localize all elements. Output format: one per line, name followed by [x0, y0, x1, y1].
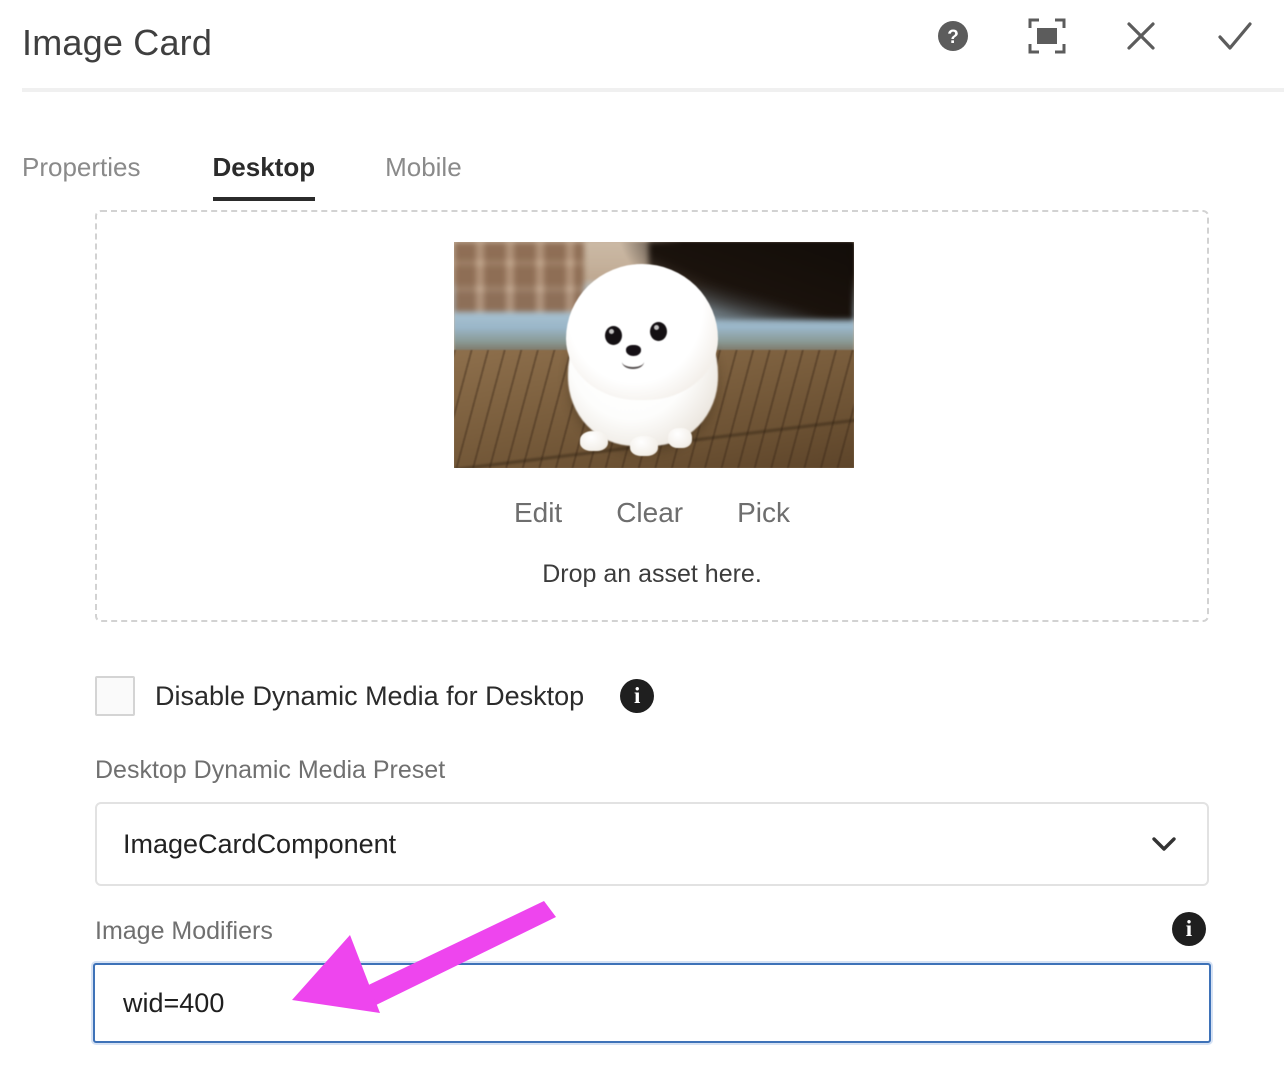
fullscreen-icon [1027, 17, 1067, 58]
puppy-figure [562, 260, 722, 456]
asset-dropzone[interactable]: Edit Clear Pick Drop an asset here. [95, 210, 1209, 622]
disable-dynamic-media-checkbox[interactable] [95, 676, 135, 716]
asset-actions: Edit Clear Pick [97, 497, 1207, 529]
tab-properties[interactable]: Properties [22, 152, 141, 201]
dialog-header: Image Card ? [0, 0, 1284, 92]
image-modifiers-input[interactable] [93, 963, 1211, 1043]
tab-desktop[interactable]: Desktop [212, 152, 315, 201]
check-icon [1215, 17, 1255, 58]
fullscreen-button[interactable] [1026, 16, 1068, 58]
tab-mobile[interactable]: Mobile [385, 152, 462, 201]
header-actions: ? [932, 16, 1256, 58]
close-button[interactable] [1120, 16, 1162, 58]
asset-thumbnail [454, 242, 854, 468]
drop-hint-text: Drop an asset here. [542, 560, 762, 588]
header-divider [22, 88, 1284, 92]
disable-dynamic-media-row: Disable Dynamic Media for Desktop i [95, 676, 655, 716]
info-icon[interactable]: i [1172, 912, 1206, 946]
disable-dynamic-media-label: Disable Dynamic Media for Desktop [155, 680, 585, 711]
svg-text:?: ? [947, 27, 959, 48]
preset-select[interactable]: ImageCardComponent [95, 802, 1209, 886]
tab-bar: Properties Desktop Mobile [0, 145, 462, 201]
pick-asset-button[interactable]: Pick [737, 497, 790, 529]
page-title: Image Card [22, 22, 213, 63]
clear-asset-button[interactable]: Clear [616, 497, 683, 529]
preset-label: Desktop Dynamic Media Preset [95, 756, 446, 784]
help-button[interactable]: ? [932, 16, 974, 58]
edit-asset-button[interactable]: Edit [514, 497, 562, 529]
info-icon[interactable]: i [620, 679, 655, 713]
chevron-down-icon [1151, 836, 1177, 852]
preset-selected-value: ImageCardComponent [123, 828, 397, 859]
close-icon [1122, 17, 1160, 58]
image-modifiers-label: Image Modifiers [95, 917, 273, 945]
help-icon: ? [935, 18, 971, 57]
confirm-button[interactable] [1214, 16, 1256, 58]
